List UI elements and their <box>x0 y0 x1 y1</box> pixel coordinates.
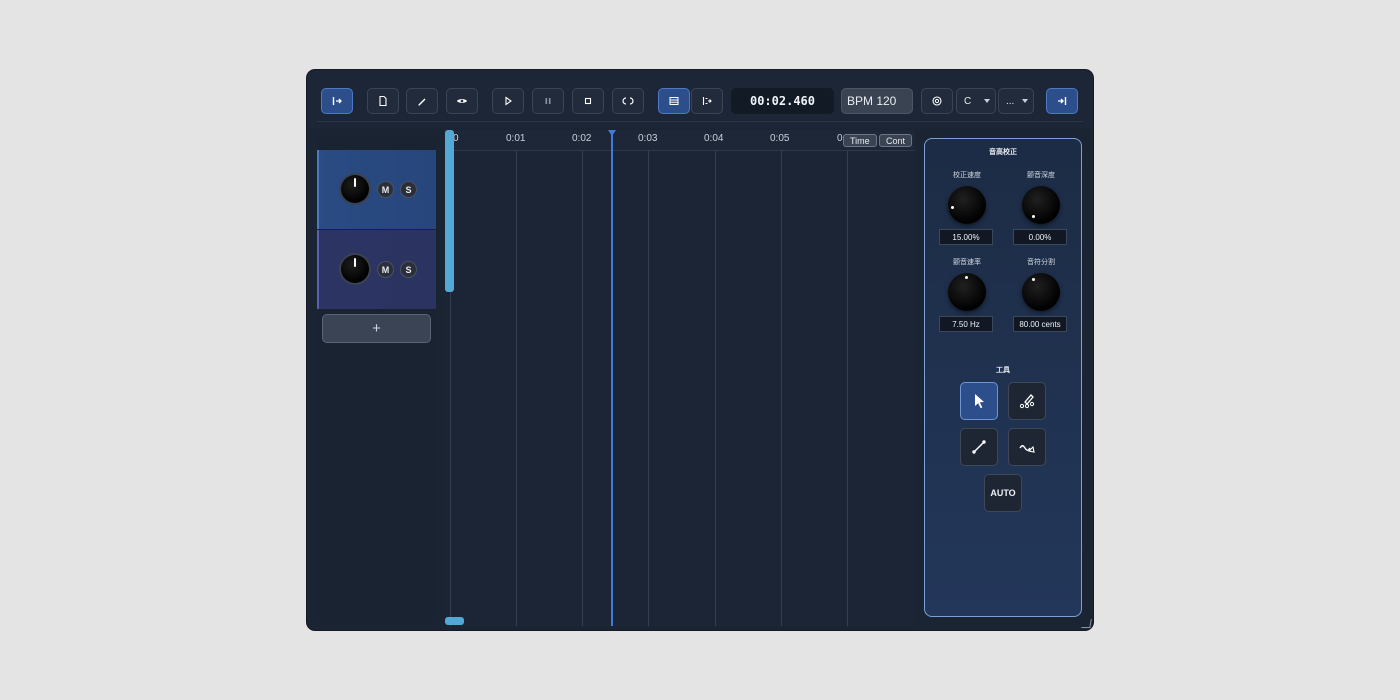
stop-button[interactable] <box>572 88 604 114</box>
scale-select-value: ... <box>1006 95 1015 107</box>
pause-button[interactable] <box>532 88 564 114</box>
play-button[interactable] <box>492 88 524 114</box>
track-list: M S M S + <box>317 138 437 618</box>
cont-mode-button[interactable]: Cont <box>879 134 913 147</box>
list-icon <box>669 97 679 105</box>
vibrato-rate-value[interactable]: 7.50 Hz <box>939 316 993 332</box>
line-icon <box>972 440 986 454</box>
playhead-handle[interactable] <box>608 130 616 136</box>
ruler-tick: 0:02 <box>572 133 592 144</box>
correction-speed-knob[interactable] <box>948 186 986 224</box>
pitch-correction-panel: 音高校正 校正速度 15.00% 颤音深度 0.00% 颤音速率 7.50 Hz… <box>924 138 1082 617</box>
horizontal-scrollbar[interactable] <box>445 617 464 625</box>
loop-icon <box>622 97 634 105</box>
scale-select[interactable]: ... <box>998 88 1034 114</box>
ruler-tick: 0 <box>837 133 843 144</box>
grid-line <box>582 150 583 626</box>
collapse-right-panel-button[interactable] <box>1046 88 1078 114</box>
vibrato-tool-button[interactable] <box>1008 428 1046 466</box>
toolbar-divider <box>317 121 1083 122</box>
new-file-button[interactable] <box>367 88 399 114</box>
line-tool-button[interactable] <box>960 428 998 466</box>
cursor-icon <box>975 394 984 409</box>
collapse-left-panel-button[interactable] <box>321 88 353 114</box>
key-select-value: C <box>964 95 972 107</box>
loop-button[interactable] <box>612 88 644 114</box>
knob-indicator <box>965 276 968 279</box>
tuner-button[interactable] <box>921 88 953 114</box>
ruler-tick: 0:04 <box>704 133 724 144</box>
wave-icon <box>1019 445 1035 453</box>
vibrato-depth-value[interactable]: 0.00% <box>1013 229 1067 245</box>
ruler-tick: 0:01 <box>506 133 526 144</box>
pause-icon <box>545 98 551 104</box>
pencil-button[interactable] <box>406 88 438 114</box>
correction-speed-value[interactable]: 15.00% <box>939 229 993 245</box>
chevron-down-icon <box>1022 99 1028 103</box>
knob-label: 音符分割 <box>1027 259 1055 266</box>
ruler-tick: 0:03 <box>638 133 658 144</box>
solo-button[interactable]: S <box>400 181 417 198</box>
view-button[interactable] <box>446 88 478 114</box>
stop-icon <box>584 97 592 105</box>
note-split-value[interactable]: 80.00 cents <box>1013 316 1067 332</box>
panel-title: 音高校正 <box>989 149 1017 156</box>
track-volume-knob[interactable] <box>341 175 369 203</box>
list-view-button[interactable] <box>658 88 690 114</box>
panel-left-icon <box>332 97 342 105</box>
time-mode-button[interactable]: Time <box>843 134 877 147</box>
playhead[interactable] <box>611 130 613 626</box>
track-2[interactable]: M S <box>317 230 436 309</box>
draw-tool-button[interactable] <box>1008 382 1046 420</box>
pencil-icon <box>418 98 426 106</box>
target-icon <box>932 96 942 106</box>
app-window: 00:02.460 BPM 120 C ... M S M S + 0 0:01… <box>307 70 1093 630</box>
panel-right-icon <box>1058 97 1067 105</box>
grid-line <box>715 150 716 626</box>
knob-label: 颤音深度 <box>1027 172 1055 179</box>
auto-button[interactable]: AUTO <box>984 474 1022 512</box>
grid-line <box>847 150 848 626</box>
vertical-scrollbar[interactable] <box>445 130 454 292</box>
track-volume-knob[interactable] <box>341 255 369 283</box>
vibrato-depth-knob[interactable] <box>1022 186 1060 224</box>
timeline[interactable]: 0 0:01 0:02 0:03 0:04 0:05 0 Time Cont <box>445 130 915 626</box>
play-icon <box>505 96 512 106</box>
track-1[interactable]: M S <box>317 150 436 229</box>
toolbar: 00:02.460 BPM 120 C ... <box>307 70 1093 128</box>
file-icon <box>379 95 387 107</box>
eye-icon <box>457 99 467 103</box>
ruler-tick: 0:05 <box>770 133 790 144</box>
knob-label: 校正速度 <box>953 172 981 179</box>
knob-indicator <box>1032 278 1035 281</box>
select-tool-button[interactable] <box>960 382 998 420</box>
knob-indicator <box>1032 215 1035 218</box>
solo-button[interactable]: S <box>400 261 417 278</box>
time-ruler[interactable]: 0 0:01 0:02 0:03 0:04 0:05 0 Time Cont <box>445 130 915 151</box>
pen-nodes-icon <box>1019 394 1035 409</box>
mute-button[interactable]: M <box>377 181 394 198</box>
note-split-knob[interactable] <box>1022 273 1060 311</box>
knob-indicator <box>951 206 954 209</box>
resize-grip-icon[interactable] <box>1081 619 1092 628</box>
mute-button[interactable]: M <box>377 261 394 278</box>
grid-line <box>516 150 517 626</box>
vibrato-rate-knob[interactable] <box>948 273 986 311</box>
add-track-button[interactable]: + <box>322 314 431 343</box>
chevron-down-icon <box>984 99 990 103</box>
bpm-field[interactable]: BPM 120 <box>841 88 913 114</box>
tools-title: 工具 <box>996 367 1010 374</box>
timecode-display: 00:02.460 <box>731 88 834 114</box>
grid-line <box>648 150 649 626</box>
export-icon <box>702 97 712 105</box>
knob-label: 颤音速率 <box>953 259 981 266</box>
export-button[interactable] <box>691 88 723 114</box>
grid-line <box>781 150 782 626</box>
key-select[interactable]: C <box>956 88 996 114</box>
